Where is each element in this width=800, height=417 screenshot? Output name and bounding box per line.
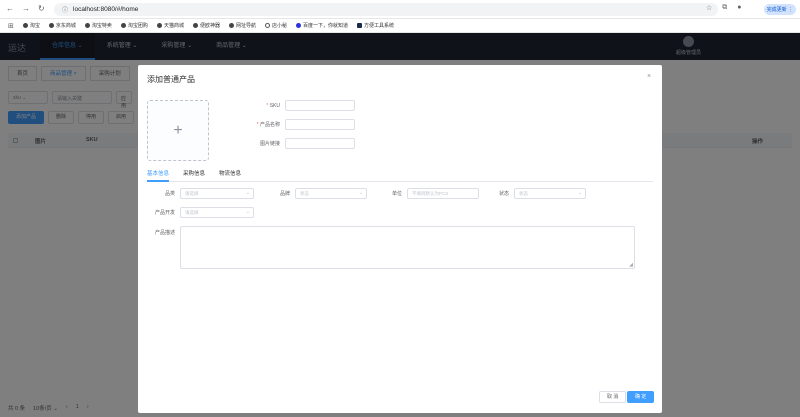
sku-input[interactable] (285, 100, 355, 111)
category-row: 品类 请选择 ⌄ (138, 188, 254, 199)
bookmark-item[interactable]: 淘宝特卖 (84, 22, 112, 29)
bookmark-favicon-icon (228, 23, 234, 28)
description-textarea[interactable]: ◢ (180, 226, 635, 269)
bookmark-star-icon[interactable]: ☆ (706, 4, 712, 12)
status-label: 状态 (498, 191, 509, 197)
name-label: * 产品名称 (256, 122, 280, 128)
bookmark-favicon-icon (357, 23, 363, 28)
bookmark-item[interactable]: 网址导航 (228, 22, 256, 29)
brand-row: 品牌 状态 ⌄ (254, 188, 367, 199)
extensions-icon[interactable]: ⧉ (722, 4, 727, 12)
tab-purchase-info[interactable]: 采购信息 (183, 168, 205, 182)
resize-handle-icon[interactable]: ◢ (629, 262, 633, 268)
image-link-label: 图片链接 (259, 141, 280, 147)
image-upload[interactable]: + (147, 100, 209, 161)
bookmark-favicon-icon (120, 23, 126, 28)
bookmark-item[interactable]: 淘宝 (22, 22, 40, 29)
sku-row: * SKU (238, 100, 355, 111)
profile-icon[interactable]: ● (737, 4, 741, 12)
description-label: 产品描述 (154, 230, 175, 236)
brand-label: 品牌 (279, 191, 290, 197)
unit-label: 单位 (391, 191, 402, 197)
bookmark-favicon-icon (156, 23, 162, 28)
bookmark-item[interactable]: 店小秘 (264, 22, 287, 29)
chevron-down-icon: ⌄ (245, 190, 250, 196)
sku-label: * SKU (266, 102, 280, 109)
unit-input[interactable]: 不填则默认为PCS (407, 188, 479, 199)
paw-icon (296, 23, 301, 28)
dialog-title: 添加普通产品 (147, 75, 195, 84)
image-link-input[interactable] (285, 138, 355, 149)
add-product-dialog: 添加普通产品 × + * SKU * 产品名称 图片链接 基本信息 采购信息 物… (138, 65, 662, 413)
bookmark-favicon-icon (192, 23, 198, 28)
apps-icon[interactable]: ⊞ (8, 22, 14, 30)
url-text: localhost:8080/#/home (73, 6, 139, 13)
browser-nav: ← → ↻ (6, 4, 45, 13)
browser-toolbar: ← → ↻ ⓘ localhost:8080/#/home ☆ ⧉ ● 完成更新… (0, 0, 800, 19)
site-info-icon[interactable]: ⓘ (62, 5, 68, 14)
category-label: 品类 (164, 191, 175, 197)
cancel-button[interactable]: 取 消 (599, 391, 627, 403)
bookmark-item[interactable]: 天猫商城 (156, 22, 184, 29)
bookmark-item[interactable]: 淘宝团购 (120, 22, 148, 29)
bookmarks-bar: ⊞ 淘宝 京东商城 淘宝特卖 淘宝团购 天猫商城 便欧神器 网址导航 店小秘 百… (0, 19, 800, 33)
plus-icon: + (173, 121, 183, 139)
reload-icon[interactable]: ↻ (38, 4, 45, 13)
tab-basic-info[interactable]: 基本信息 (147, 168, 170, 182)
update-button[interactable]: 完成更新 ⋮ (764, 4, 796, 15)
image-link-row: 图片链接 (238, 138, 355, 149)
category-select[interactable]: 请选择 ⌄ (180, 188, 254, 199)
developer-select[interactable]: 请选择 ⌄ (180, 207, 254, 218)
close-icon[interactable]: × (647, 73, 651, 80)
name-row: * 产品名称 (238, 119, 355, 130)
confirm-button[interactable]: 确 定 (627, 391, 655, 403)
bookmark-item[interactable]: 百度一下，你就知道 (296, 22, 348, 29)
browser-actions: ☆ ⧉ ● (706, 4, 742, 12)
developer-label: 产品开发 (154, 210, 175, 216)
name-input[interactable] (285, 119, 355, 130)
bookmark-favicon-icon (84, 23, 90, 28)
address-bar[interactable]: ⓘ localhost:8080/#/home (54, 3, 718, 16)
cloud-icon (264, 23, 270, 28)
unit-row: 单位 不填则默认为PCS (366, 188, 479, 199)
chevron-down-icon: ⌄ (358, 190, 363, 196)
bookmark-item[interactable]: 方便工具系统 (357, 22, 394, 29)
chevron-down-icon: ⌄ (245, 209, 250, 215)
forward-icon[interactable]: → (22, 4, 30, 13)
status-select[interactable]: 状态 ⌄ (514, 188, 586, 199)
bookmark-item[interactable]: 京东商城 (48, 22, 76, 29)
developer-row: 产品开发 请选择 ⌄ (138, 207, 254, 218)
dialog-tabs: 基本信息 采购信息 物流信息 (147, 168, 653, 182)
tab-logistics-info[interactable]: 物流信息 (219, 168, 241, 182)
bookmark-favicon-icon (48, 23, 54, 28)
bookmark-favicon-icon (22, 23, 28, 28)
chevron-down-icon: ⌄ (577, 190, 582, 196)
back-icon[interactable]: ← (6, 4, 14, 13)
brand-select[interactable]: 状态 ⌄ (295, 188, 367, 199)
bookmark-item[interactable]: 便欧神器 (192, 22, 220, 29)
status-row: 状态 状态 ⌄ (473, 188, 586, 199)
